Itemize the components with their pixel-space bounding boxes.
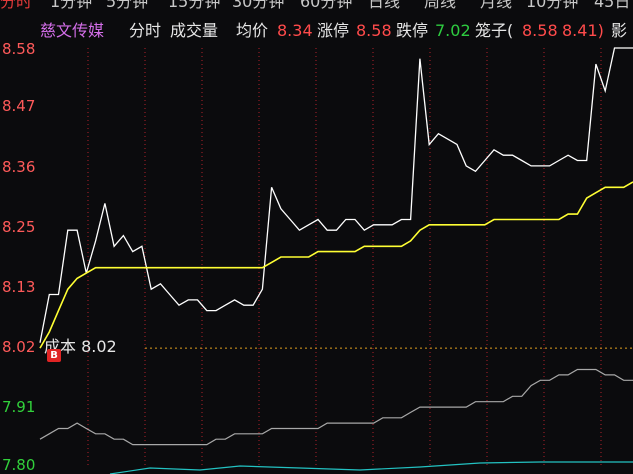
y-tick-label: 7.80 <box>2 456 36 474</box>
y-tick-label: 8.47 <box>2 97 36 115</box>
y-tick-label: 8.58 <box>2 40 36 58</box>
intraday-chart <box>39 47 633 474</box>
average-price-series-line <box>39 181 633 349</box>
y-tick-label: 8.02 <box>2 338 36 356</box>
buy-marker-icon[interactable]: B <box>47 349 61 362</box>
grid-lines <box>87 48 633 466</box>
y-tick-label: 7.91 <box>2 398 36 416</box>
y-tick-label: 8.36 <box>2 158 36 176</box>
y-tick-label: 8.25 <box>2 218 36 236</box>
indicator-line <box>109 461 633 474</box>
y-tick-label: 8.13 <box>2 278 36 296</box>
volume-series-line <box>39 368 633 446</box>
